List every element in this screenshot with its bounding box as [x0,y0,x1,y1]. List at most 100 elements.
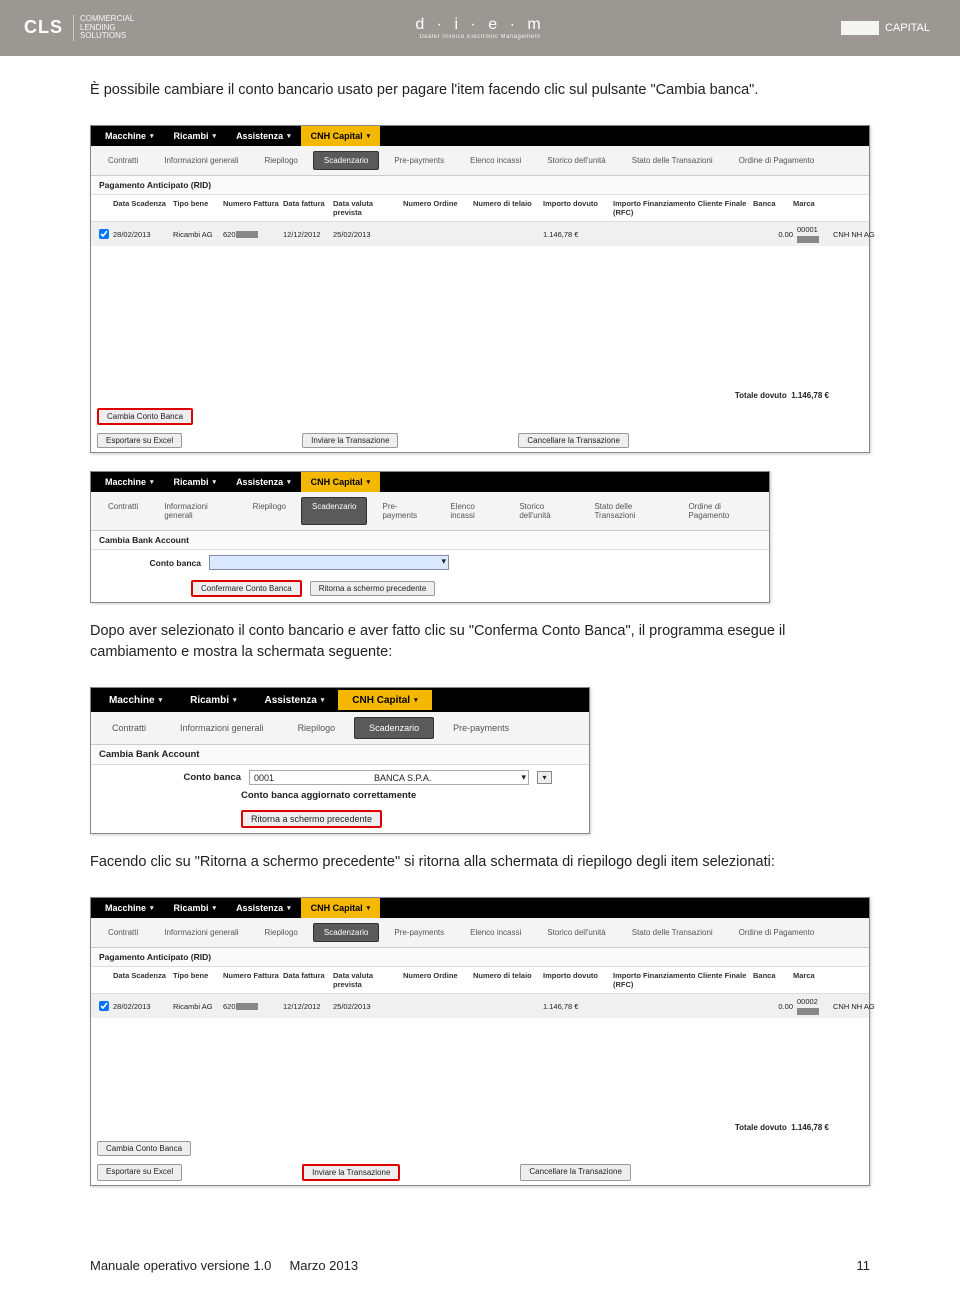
subnav-contratti[interactable]: Contratti [97,151,149,170]
subnav-riepilogo[interactable]: Riepilogo [254,151,309,170]
subnav-elenco[interactable]: Elenco incassi [459,923,532,942]
subnav-stato[interactable]: Stato delle Transazioni [621,923,724,942]
cell-rfc: 0.00 [753,230,793,239]
subnav-stato[interactable]: Stato delle Transazioni [621,151,724,170]
subnav-elenco[interactable]: Elenco incassi [459,151,532,170]
subnav-scadenzario[interactable]: Scadenzario [313,151,379,170]
nav-macchine[interactable]: Macchine▾ [95,472,164,492]
capital-box-icon [841,21,879,35]
cell-numero-fattura: 620 [223,1002,283,1011]
ritorna-schermo-precedente-button[interactable]: Ritorna a schermo precedente [310,581,436,596]
nav-cnh-capital[interactable]: CNH Capital▾ [301,126,381,146]
subnav-riepilogo[interactable]: Riepilogo [254,923,309,942]
th-data-valuta: Data valuta prevista [333,199,403,217]
nav-assistenza[interactable]: Assistenza▾ [226,126,301,146]
subnav-prepay[interactable]: Pre-payments [438,717,524,739]
subnav-info[interactable]: Informazioni generali [153,151,249,170]
cambia-conto-banca-button[interactable]: Cambia Conto Banca [97,408,193,425]
cell-importo: 1.146,78 € [543,230,613,239]
subnav-scadenzario[interactable]: Scadenzario [301,497,367,525]
subnav-riepilogo[interactable]: Riepilogo [283,717,351,739]
nav-assistenza[interactable]: Assistenza▾ [226,472,301,492]
screenshot-2: Macchine▾ Ricambi▾ Assistenza▾ CNH Capit… [90,471,770,603]
diem-logo: d · i · e · m Dealer Invoice Electronic … [415,16,544,40]
nav-assistenza[interactable]: Assistenza▾ [251,690,339,710]
cell-marca: CNH NH AG [833,1002,883,1011]
nav-macchine[interactable]: Macchine▾ [95,898,164,918]
subnav-ordine[interactable]: Ordine di Pagamento [728,923,826,942]
ss2-navbar: Macchine▾ Ricambi▾ Assistenza▾ CNH Capit… [91,472,769,492]
page-content: È possibile cambiare il conto bancario u… [0,56,960,1244]
subnav-storico[interactable]: Storico dell'unità [536,151,616,170]
subnav-ordine[interactable]: Ordine di Pagamento [728,151,826,170]
ss3-navbar: Macchine▾ Ricambi▾ Assistenza▾ CNH Capit… [91,688,589,712]
cell-marca: CNH NH AG [833,230,883,239]
subnav-storico[interactable]: Storico dell'unità [536,923,616,942]
subnav-prepay[interactable]: Pre-payments [383,923,455,942]
ss1-table-row: 28/02/2013 Ricambi AG 620 12/12/2012 25/… [91,222,869,246]
paragraph-2: Dopo aver selezionato il conto bancario … [90,621,870,663]
ss4-subnav: Contratti Informazioni generali Riepilog… [91,918,869,948]
screenshot-4: Macchine▾ Ricambi▾ Assistenza▾ CNH Capit… [90,897,870,1186]
nav-ricambi[interactable]: Ricambi▾ [164,898,227,918]
nav-assistenza[interactable]: Assistenza▾ [226,898,301,918]
conto-banca-select[interactable] [209,555,449,570]
cell-banca: 00001 [793,225,833,243]
subnav-info[interactable]: Informazioni generali [153,497,237,525]
subnav-prepay[interactable]: Pre-payments [371,497,435,525]
nav-ricambi[interactable]: Ricambi▾ [176,690,250,710]
capital-logo: CAPITAL [841,21,930,35]
subnav-ordine[interactable]: Ordine di Pagamento [677,497,763,525]
inviare-transazione-button[interactable]: Inviare la Transazione [302,1164,400,1181]
cell-data-fattura: 12/12/2012 [283,230,333,239]
cambia-conto-banca-button[interactable]: Cambia Conto Banca [97,1141,191,1156]
cell-data-scadenza: 28/02/2013 [113,1002,173,1011]
paragraph-1: È possibile cambiare il conto bancario u… [90,80,870,101]
nav-ricambi[interactable]: Ricambi▾ [164,472,227,492]
cancellare-transazione-button[interactable]: Cancellare la Transazione [518,433,629,448]
subnav-storico[interactable]: Storico dell'unità [508,497,579,525]
nav-cnh-capital[interactable]: CNH Capital▾ [301,898,381,918]
subnav-info[interactable]: Informazioni generali [153,923,249,942]
nav-ricambi[interactable]: Ricambi▾ [164,126,227,146]
subnav-stato[interactable]: Stato delle Transazioni [583,497,673,525]
nav-macchine[interactable]: Macchine▾ [95,690,176,710]
footer-manual: Manuale operativo versione 1.0 [90,1258,271,1273]
esporta-excel-button[interactable]: Esportare su Excel [97,433,182,448]
screenshot-1: Macchine▾ Ricambi▾ Assistenza▾ CNH Capit… [90,125,870,453]
cell-rfc: 0.00 [753,1002,793,1011]
ss4-navbar: Macchine▾ Ricambi▾ Assistenza▾ CNH Capit… [91,898,869,918]
subnav-contratti[interactable]: Contratti [97,717,161,739]
th-data-fattura: Data fattura [283,199,333,217]
subnav-riepilogo[interactable]: Riepilogo [242,497,297,525]
subnav-elenco[interactable]: Elenco incassi [439,497,504,525]
subnav-contratti[interactable]: Contratti [97,497,149,525]
esporta-excel-button[interactable]: Esportare su Excel [97,1164,182,1181]
subnav-contratti[interactable]: Contratti [97,923,149,942]
cancellare-transazione-button[interactable]: Cancellare la Transazione [520,1164,631,1181]
subnav-info[interactable]: Informazioni generali [165,717,279,739]
nav-cnh-capital[interactable]: CNH Capital▾ [338,690,431,710]
footer-date: Marzo 2013 [289,1258,358,1273]
row-checkbox[interactable] [99,229,109,239]
ritorna-schermo-precedente-button[interactable]: Ritorna a schermo precedente [241,810,382,828]
cell-data-valuta: 25/02/2013 [333,1002,403,1011]
nav-macchine[interactable]: Macchine▾ [95,126,164,146]
subnav-prepay[interactable]: Pre-payments [383,151,455,170]
dropdown-arrow-icon[interactable]: ▾ [537,771,552,784]
th-data-valuta: Data valuta prevista [333,971,403,989]
page-number: 11 [830,1258,870,1273]
confermare-conto-banca-button[interactable]: Confermare Conto Banca [191,580,302,597]
inviare-transazione-button[interactable]: Inviare la Transazione [302,433,398,448]
conto-banca-select-value[interactable]: 0001BANCA S.P.A. [249,770,529,785]
th-tipo-bene: Tipo bene [173,199,223,217]
subnav-scadenzario[interactable]: Scadenzario [354,717,434,739]
nav-cnh-capital[interactable]: CNH Capital▾ [301,472,381,492]
redacted-icon [797,1008,819,1015]
th-tipo-bene: Tipo bene [173,971,223,989]
paragraph-3: Facendo clic su "Ritorna a schermo prece… [90,852,870,873]
row-checkbox[interactable] [99,1001,109,1011]
ss1-navbar: Macchine▾ Ricambi▾ Assistenza▾ CNH Capit… [91,126,869,146]
subnav-scadenzario[interactable]: Scadenzario [313,923,379,942]
th-marca: Marca [793,199,843,217]
